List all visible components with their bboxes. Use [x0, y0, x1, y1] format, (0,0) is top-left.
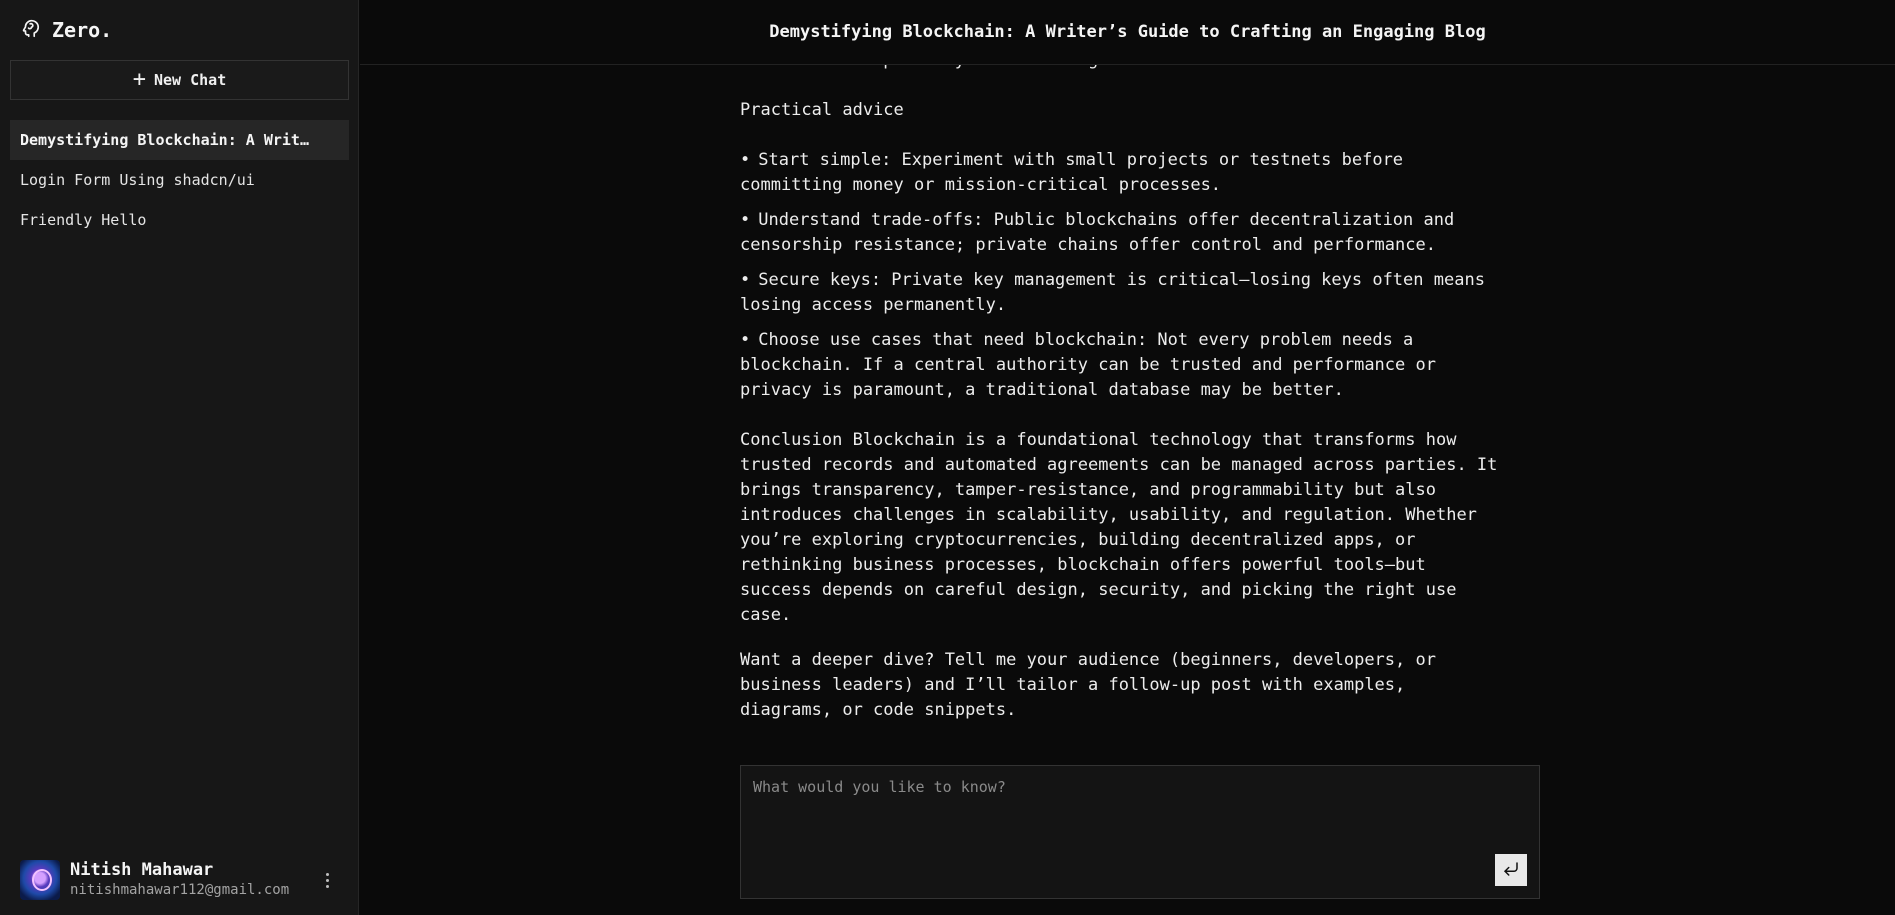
- advice-list: Start simple: Experiment with small proj…: [740, 148, 1500, 403]
- brand[interactable]: Zero.: [20, 17, 112, 43]
- brain-head-icon: [20, 17, 42, 43]
- user-profile[interactable]: Nitish Mahawar nitishmahawar112@gmail.co…: [20, 859, 340, 901]
- new-chat-button[interactable]: + New Chat: [10, 60, 349, 100]
- user-email: nitishmahawar112@gmail.com: [70, 882, 290, 898]
- chat-header: Demystifying Blockchain: A Writer’s Guid…: [360, 0, 1895, 65]
- chat-history-item[interactable]: Friendly Hello: [10, 200, 349, 240]
- assistant-message: blockchain-inspired systems for digital …: [740, 48, 1500, 723]
- message-paragraph: Want a deeper dive? Tell me your audienc…: [740, 650, 1436, 720]
- list-item: Secure keys: Private key management is c…: [740, 268, 1500, 318]
- plus-icon: +: [132, 67, 146, 92]
- sidebar: Zero. + New Chat Demystifying Blockchain…: [0, 0, 359, 915]
- brand-name: Zero.: [52, 18, 113, 42]
- send-button[interactable]: [1495, 854, 1527, 886]
- chat-history-item[interactable]: Login Form Using shadcn/ui: [10, 160, 349, 200]
- chat-history-list: Demystifying Blockchain: A Writer’s Guid…: [10, 120, 349, 240]
- chat-history-label: Login Form Using shadcn/ui: [20, 171, 255, 189]
- list-item: Start simple: Experiment with small proj…: [740, 148, 1500, 198]
- list-item: Understand trade-offs: Public blockchain…: [740, 208, 1500, 258]
- message-paragraph: Conclusion Blockchain is a foundational …: [740, 430, 1498, 625]
- list-item: Choose use cases that need blockchain: N…: [740, 328, 1500, 403]
- message-composer: [740, 765, 1540, 899]
- chat-history-label: Friendly Hello: [20, 211, 147, 229]
- new-chat-label: New Chat: [154, 71, 227, 89]
- message-input[interactable]: [741, 766, 1539, 898]
- user-name: Nitish Mahawar: [70, 860, 214, 880]
- main-panel: Demystifying Blockchain: A Writer’s Guid…: [360, 0, 1895, 915]
- section-heading: Practical advice: [740, 100, 904, 120]
- chat-title: Demystifying Blockchain: A Writer’s Guid…: [769, 22, 1486, 42]
- more-vertical-icon[interactable]: [320, 869, 334, 891]
- enter-icon: [1502, 860, 1520, 881]
- avatar: [20, 860, 60, 900]
- chat-history-item[interactable]: Demystifying Blockchain: A Writer’s Guid…: [10, 120, 349, 160]
- chat-history-label: Demystifying Blockchain: A Writer’s Guid…: [20, 131, 315, 149]
